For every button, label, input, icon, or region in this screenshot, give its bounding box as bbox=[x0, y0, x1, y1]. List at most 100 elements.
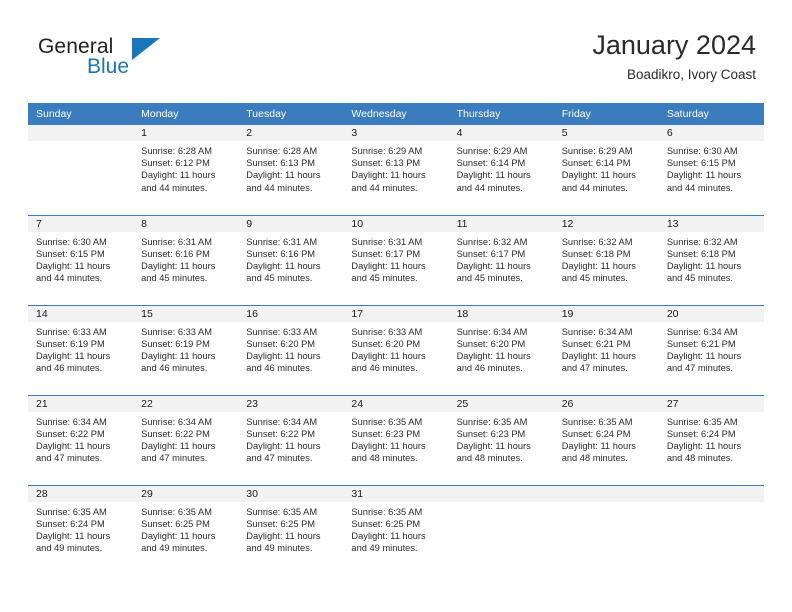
calendar-day-cell[interactable]: 13 Sunrise: 6:32 AM Sunset: 6:18 PM Dayligh… bbox=[658, 214, 764, 305]
calendar-day-cell[interactable]: 4 Sunrise: 6:29 AM Sunset: 6:14 PM Daylight… bbox=[448, 125, 554, 215]
logo-word-blue: Blue bbox=[87, 55, 130, 78]
calendar-day-cell[interactable]: 12 Sunrise: 6:32 AM Sunset: 6:18 PM Dayligh… bbox=[553, 214, 659, 305]
daylight-text-line1: Daylight: 11 hours bbox=[351, 530, 426, 541]
calendar-day-cell[interactable]: 8 Sunrise: 6:31 AM Sunset: 6:16 PM Daylight… bbox=[133, 214, 239, 305]
daylight-text-line1: Daylight: 11 hours bbox=[351, 350, 426, 361]
day-details: Sunrise: 6:30 AM Sunset: 6:15 PM Daylight:… bbox=[659, 141, 764, 194]
calendar-empty-cell bbox=[448, 484, 554, 575]
daylight-text-line1: Daylight: 11 hours bbox=[141, 440, 216, 451]
calendar-day-cell[interactable]: 1 Sunrise: 6:28 AM Sunset: 6:12 PM Daylight… bbox=[133, 125, 239, 215]
daylight-text-line1: Daylight: 11 hours bbox=[456, 170, 531, 181]
calendar-day-cell[interactable]: 11 Sunrise: 6:32 AM Sunset: 6:17 PM Dayligh… bbox=[448, 214, 554, 305]
calendar-day-cell[interactable]: 30 Sunrise: 6:35 AM Sunset: 6:25 PM Dayligh… bbox=[238, 484, 344, 575]
day-details: Sunrise: 6:31 AM Sunset: 6:17 PM Daylight:… bbox=[343, 232, 448, 285]
daylight-text-line2: and 48 minutes. bbox=[666, 453, 733, 464]
day-details: Sunrise: 6:28 AM Sunset: 6:12 PM Daylight:… bbox=[133, 141, 238, 194]
day-number: 7 bbox=[28, 215, 134, 232]
calendar-day-cell[interactable]: 25 Sunrise: 6:35 AM Sunset: 6:23 PM Dayligh… bbox=[448, 394, 554, 485]
general-blue-logo[interactable]: General Blue bbox=[38, 36, 258, 86]
sunset-text: Sunset: 6:22 PM bbox=[36, 428, 105, 439]
calendar-day-cell[interactable]: 16 Sunrise: 6:33 AM Sunset: 6:20 PM Dayligh… bbox=[238, 304, 344, 395]
daylight-text-line2: and 47 minutes. bbox=[246, 453, 313, 464]
sunrise-text: Sunrise: 6:29 AM bbox=[351, 146, 423, 156]
day-details: Sunrise: 6:32 AM Sunset: 6:17 PM Daylight:… bbox=[449, 232, 554, 285]
calendar-day-cell[interactable]: 29 Sunrise: 6:35 AM Sunset: 6:25 PM Dayligh… bbox=[133, 484, 239, 575]
calendar-day-cell[interactable]: 20 Sunrise: 6:34 AM Sunset: 6:21 PM Dayligh… bbox=[658, 304, 764, 395]
day-details: Sunrise: 6:35 AM Sunset: 6:23 PM Daylight:… bbox=[449, 412, 554, 465]
sunrise-text: Sunrise: 6:33 AM bbox=[351, 326, 423, 337]
daylight-text-line2: and 44 minutes. bbox=[246, 182, 313, 193]
day-details: Sunrise: 6:34 AM Sunset: 6:22 PM Daylight:… bbox=[28, 412, 133, 465]
calendar-day-cell[interactable]: 15 Sunrise: 6:33 AM Sunset: 6:19 PM Dayligh… bbox=[133, 304, 239, 395]
calendar-day-cell[interactable]: 18 Sunrise: 6:34 AM Sunset: 6:20 PM Dayligh… bbox=[448, 304, 554, 395]
day-cell-inner: 18 Sunrise: 6:34 AM Sunset: 6:20 PM Dayligh… bbox=[448, 305, 554, 395]
daylight-text-line2: and 46 minutes. bbox=[246, 363, 313, 374]
day-cell-inner: 24 Sunrise: 6:35 AM Sunset: 6:23 PM Dayligh… bbox=[343, 395, 449, 485]
weekday-header-wednesday: Wednesday bbox=[343, 103, 449, 125]
calendar-day-cell[interactable]: 7 Sunrise: 6:30 AM Sunset: 6:15 PM Daylight… bbox=[28, 214, 134, 305]
daylight-text-line2: and 46 minutes. bbox=[456, 363, 523, 374]
daylight-text-line2: and 49 minutes. bbox=[246, 543, 313, 554]
weekday-header-tuesday: Tuesday bbox=[238, 103, 344, 125]
calendar-day-cell[interactable]: 22 Sunrise: 6:34 AM Sunset: 6:22 PM Dayligh… bbox=[133, 394, 239, 485]
calendar-day-cell[interactable]: 28 Sunrise: 6:35 AM Sunset: 6:24 PM Dayligh… bbox=[28, 484, 134, 575]
calendar-day-cell[interactable]: 5 Sunrise: 6:29 AM Sunset: 6:14 PM Daylight… bbox=[553, 125, 659, 215]
calendar-day-cell[interactable]: 24 Sunrise: 6:35 AM Sunset: 6:23 PM Dayligh… bbox=[343, 394, 449, 485]
day-number: 29 bbox=[133, 485, 239, 502]
triangle-icon bbox=[132, 38, 160, 60]
calendar-day-cell[interactable]: 10 Sunrise: 6:31 AM Sunset: 6:17 PM Dayligh… bbox=[343, 214, 449, 305]
sunset-text: Sunset: 6:16 PM bbox=[141, 248, 210, 259]
calendar-day-cell[interactable]: 14 Sunrise: 6:33 AM Sunset: 6:19 PM Dayligh… bbox=[28, 304, 134, 395]
day-details: Sunrise: 6:29 AM Sunset: 6:13 PM Daylight:… bbox=[343, 141, 448, 194]
calendar-day-cell[interactable]: 23 Sunrise: 6:34 AM Sunset: 6:22 PM Dayligh… bbox=[238, 394, 344, 485]
day-number: 27 bbox=[658, 395, 764, 412]
sunset-text: Sunset: 6:22 PM bbox=[246, 428, 316, 439]
day-number: 19 bbox=[553, 305, 659, 322]
sunrise-text: Sunrise: 6:34 AM bbox=[561, 326, 633, 337]
sunset-text: Sunset: 6:18 PM bbox=[561, 248, 631, 259]
day-details: Sunrise: 6:32 AM Sunset: 6:18 PM Daylight:… bbox=[659, 232, 764, 285]
day-details: Sunrise: 6:33 AM Sunset: 6:20 PM Daylight:… bbox=[238, 322, 343, 375]
sunrise-text: Sunrise: 6:33 AM bbox=[141, 326, 212, 337]
daylight-text-line2: and 46 minutes. bbox=[36, 363, 103, 374]
daylight-text-line2: and 49 minutes. bbox=[351, 543, 418, 554]
sunset-text: Sunset: 6:21 PM bbox=[666, 338, 736, 349]
daylight-text-line1: Daylight: 11 hours bbox=[246, 260, 321, 271]
sunrise-text: Sunrise: 6:31 AM bbox=[141, 236, 212, 247]
weekday-header-row: Sunday Monday Tuesday Wednesday Thursday… bbox=[28, 103, 764, 125]
daylight-text-line2: and 44 minutes. bbox=[561, 182, 628, 193]
day-cell-inner bbox=[658, 485, 764, 575]
calendar-day-cell[interactable]: 3 Sunrise: 6:29 AM Sunset: 6:13 PM Daylight… bbox=[343, 125, 449, 215]
page-header: General Blue January 2024 Boadikro, Ivor… bbox=[0, 0, 792, 103]
daylight-text-line2: and 47 minutes. bbox=[666, 363, 733, 374]
sunset-text: Sunset: 6:20 PM bbox=[246, 338, 316, 349]
daylight-text-line1: Daylight: 11 hours bbox=[141, 350, 216, 361]
daylight-text-line1: Daylight: 11 hours bbox=[141, 260, 216, 271]
calendar-day-cell[interactable]: 21 Sunrise: 6:34 AM Sunset: 6:22 PM Dayligh… bbox=[28, 394, 134, 485]
page-subtitle: Boadikro, Ivory Coast bbox=[626, 67, 756, 83]
daylight-text-line1: Daylight: 11 hours bbox=[36, 260, 111, 271]
calendar-day-cell[interactable]: 19 Sunrise: 6:34 AM Sunset: 6:21 PM Dayligh… bbox=[553, 304, 659, 395]
sunset-text: Sunset: 6:24 PM bbox=[561, 428, 631, 439]
daylight-text-line1: Daylight: 11 hours bbox=[246, 530, 321, 541]
calendar-grid: Sunday Monday Tuesday Wednesday Thursday… bbox=[28, 103, 764, 575]
daylight-text-line2: and 45 minutes. bbox=[666, 273, 733, 284]
daylight-text-line1: Daylight: 11 hours bbox=[351, 260, 426, 271]
day-number: 11 bbox=[448, 215, 554, 232]
calendar-day-cell[interactable]: 9 Sunrise: 6:31 AM Sunset: 6:16 PM Daylight… bbox=[238, 214, 344, 305]
daylight-text-line2: and 48 minutes. bbox=[351, 453, 418, 464]
sunrise-text: Sunrise: 6:35 AM bbox=[456, 416, 528, 427]
calendar-day-cell[interactable]: 26 Sunrise: 6:35 AM Sunset: 6:24 PM Dayligh… bbox=[553, 394, 659, 485]
daylight-text-line1: Daylight: 11 hours bbox=[666, 440, 742, 451]
calendar-day-cell[interactable]: 2 Sunrise: 6:28 AM Sunset: 6:13 PM Daylight… bbox=[238, 125, 344, 215]
calendar-day-cell[interactable]: 27 Sunrise: 6:35 AM Sunset: 6:24 PM Dayligh… bbox=[658, 394, 764, 485]
calendar-day-cell[interactable]: 31 Sunrise: 6:35 AM Sunset: 6:25 PM Dayligh… bbox=[343, 484, 449, 575]
sunset-text: Sunset: 6:25 PM bbox=[351, 518, 421, 529]
day-cell-inner: 15 Sunrise: 6:33 AM Sunset: 6:19 PM Dayligh… bbox=[133, 305, 239, 395]
calendar-body: 1 Sunrise: 6:28 AM Sunset: 6:12 PM Daylight… bbox=[28, 125, 764, 575]
calendar-day-cell[interactable]: 17 Sunrise: 6:33 AM Sunset: 6:20 PM Dayligh… bbox=[343, 304, 449, 395]
calendar-day-cell[interactable]: 6 Sunrise: 6:30 AM Sunset: 6:15 PM Daylight… bbox=[658, 125, 764, 215]
daylight-text-line1: Daylight: 11 hours bbox=[561, 440, 636, 451]
day-details: Sunrise: 6:29 AM Sunset: 6:14 PM Daylight:… bbox=[554, 141, 659, 194]
calendar-empty-cell bbox=[28, 125, 134, 215]
